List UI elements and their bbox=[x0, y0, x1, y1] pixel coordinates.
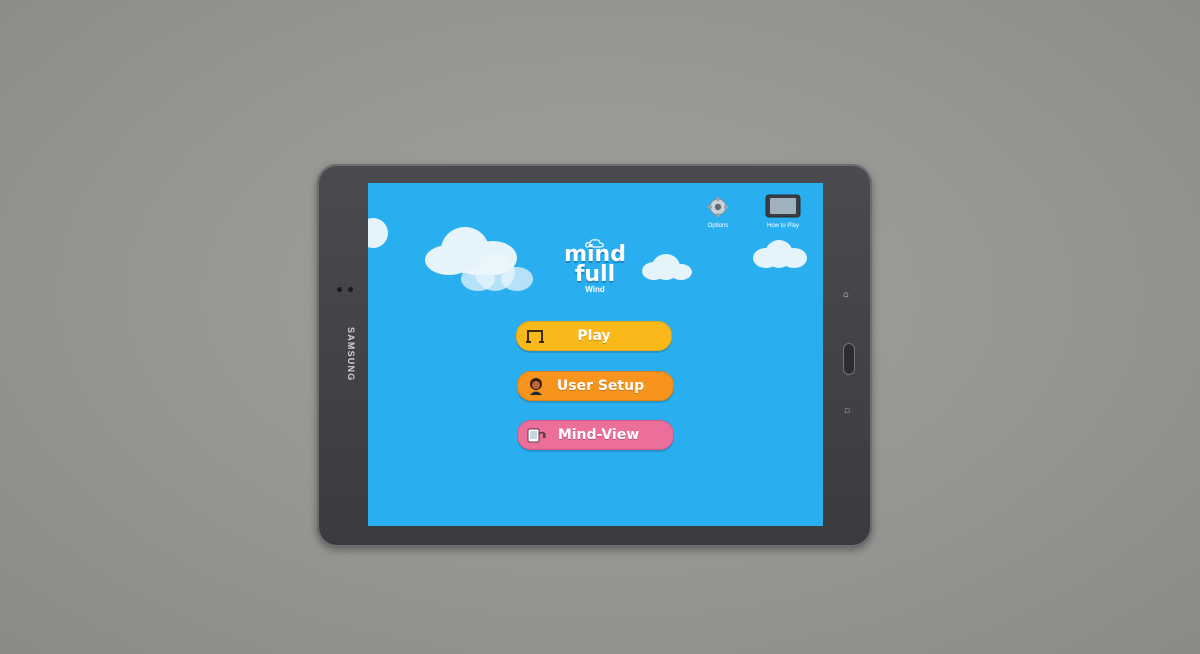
tablet-icon bbox=[765, 194, 801, 218]
how-to-play-button[interactable]: How to Play bbox=[758, 194, 808, 229]
recent-apps-key-icon[interactable]: ⌂ bbox=[843, 290, 849, 300]
user-setup-label: User Setup bbox=[556, 378, 645, 394]
mind-view-label: Mind-View bbox=[557, 427, 640, 443]
options-button[interactable]: Options bbox=[698, 196, 738, 229]
app-screen: Options How to Play mind full Wind Play … bbox=[368, 183, 823, 526]
brand-label: SAMSUNG bbox=[346, 327, 356, 382]
front-sensor bbox=[337, 287, 342, 292]
cloud-small-right bbox=[753, 240, 813, 274]
gear-icon bbox=[708, 197, 728, 217]
goal-icon bbox=[526, 330, 544, 343]
logo-word-full: full bbox=[574, 262, 616, 287]
back-key-icon[interactable]: ▫ bbox=[844, 406, 850, 416]
user-setup-button[interactable]: User Setup bbox=[517, 371, 674, 401]
cloud-faint bbox=[461, 253, 541, 298]
cloud-small-center bbox=[642, 254, 697, 286]
app-logo: mind full Wind bbox=[550, 238, 640, 294]
front-camera bbox=[348, 287, 353, 292]
options-label: Options bbox=[707, 223, 729, 229]
play-button[interactable]: Play bbox=[516, 321, 672, 351]
how-to-play-label: How to Play bbox=[766, 223, 799, 229]
headset-tablet-icon bbox=[527, 428, 546, 443]
play-label: Play bbox=[577, 328, 611, 344]
home-button[interactable] bbox=[843, 343, 855, 375]
mind-view-button[interactable]: Mind-View bbox=[517, 420, 674, 450]
cloud-left-edge bbox=[368, 213, 388, 253]
logo-subtitle: Wind bbox=[585, 285, 605, 294]
avatar-icon bbox=[530, 378, 542, 395]
